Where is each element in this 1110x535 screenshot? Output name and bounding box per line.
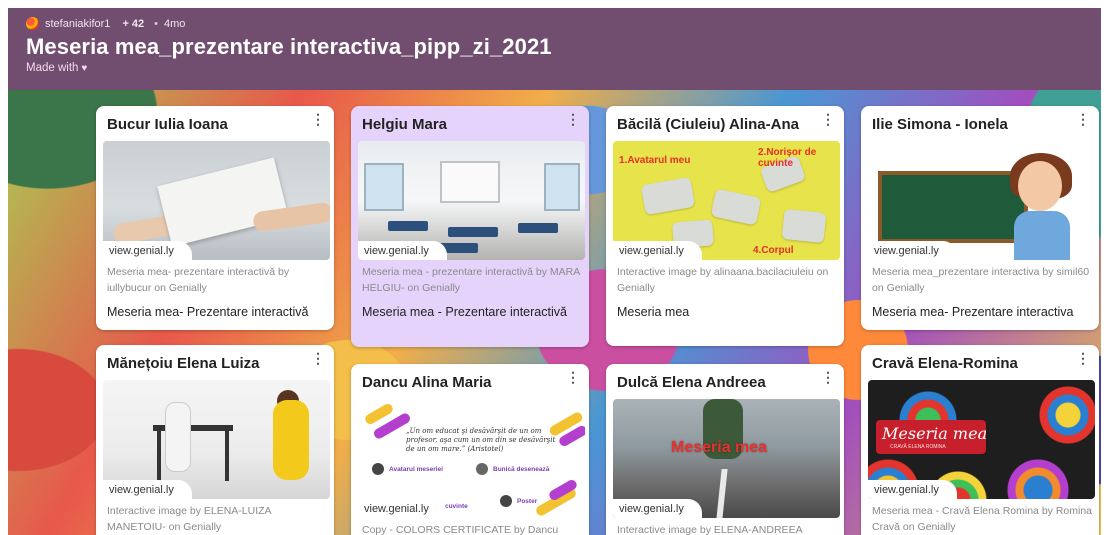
card-menu-icon[interactable]: ⋮ [1076, 351, 1090, 365]
thumb-item: Poster [500, 495, 537, 507]
thumb-word: Meseria mea [882, 424, 988, 443]
collection-header: stefaniakifor1 + 42 • 4mo Meseria mea_pr… [8, 8, 1101, 90]
card-source[interactable]: view.genial.ly [613, 499, 702, 518]
thumb-word: Meseria mea [671, 439, 768, 456]
board-card[interactable]: Bucur Iulia Ioana ⋮ view.genial.ly Meser… [96, 106, 334, 330]
card-title: Mănețoiu Elena Luiza [107, 355, 260, 372]
card-menu-icon[interactable]: ⋮ [311, 112, 325, 126]
card-title: Dulcă Elena Andreea [617, 374, 766, 391]
card-title: Bucur Iulia Ioana [107, 116, 228, 133]
card-title: Helgiu Mara [362, 116, 448, 133]
card-description: Meseria mea - Cravă Elena Romina by Romi… [872, 505, 1093, 533]
plus-count[interactable]: + 42 [122, 18, 144, 30]
card-text: Meseria mea- Prezentare interactiva [872, 305, 1074, 319]
thumb-item: Bunică desenează [476, 463, 549, 475]
card-thumbnail[interactable]: view.genial.ly [103, 141, 330, 260]
card-title: Cravă Elena-Romina [872, 355, 1018, 372]
card-menu-icon[interactable]: ⋮ [1076, 112, 1090, 126]
board-card[interactable]: Mănețoiu Elena Luiza ⋮ view.genial.ly In… [96, 345, 334, 535]
card-source[interactable]: view.genial.ly [103, 241, 192, 260]
card-menu-icon[interactable]: ⋮ [821, 370, 835, 384]
card-thumbnail[interactable]: view.genial.ly [358, 141, 585, 260]
card-thumbnail[interactable]: Meseria mea CRAVĂ ELENA ROMINA view.geni… [868, 380, 1095, 499]
card-menu-icon[interactable]: ⋮ [566, 370, 580, 384]
card-thumbnail[interactable]: „Un om educat şi desăvârşit de un om pro… [358, 399, 585, 518]
card-thumbnail[interactable]: Meseria mea view.genial.ly [613, 399, 840, 518]
thumb-label: 4.Corpul [753, 245, 794, 256]
made-with: Made with ♥ [26, 62, 88, 74]
card-title: Dancu Alina Maria [362, 374, 492, 391]
thumb-label: 1.Avatarul meu [619, 155, 691, 166]
card-source[interactable]: view.genial.ly [103, 480, 192, 499]
board-card[interactable]: Băcilă (Ciuleiu) Alina-Ana ⋮ 1.Avatarul … [606, 106, 844, 346]
thumb-sub: CRAVĂ ELENA ROMINA [890, 444, 946, 450]
card-menu-icon[interactable]: ⋮ [821, 112, 835, 126]
board-card[interactable]: Dancu Alina Maria ⋮ „Un om educat şi des… [351, 364, 589, 535]
card-text: Meseria mea [617, 305, 690, 319]
board-card[interactable]: Cravă Elena-Romina ⋮ Meseria mea CRAVĂ E… [861, 345, 1099, 535]
card-description: Meseria mea_prezentare interactiva by si… [872, 266, 1090, 294]
card-source[interactable]: view.genial.ly [358, 241, 447, 260]
card-thumbnail[interactable]: 1.Avatarul meu 2.Norișor de cuvinte 4.Co… [613, 141, 840, 260]
card-thumbnail[interactable]: view.genial.ly [103, 380, 330, 499]
card-source[interactable]: view.genial.ly [868, 480, 957, 499]
card-description: Interactive image by ELENA-LUIZA MANETOI… [107, 505, 271, 533]
thumb-quote: „Un om educat şi desăvârşit de un om pro… [406, 427, 556, 454]
thumb-item: Avatarul meseriei [372, 463, 443, 475]
card-text: Meseria mea- Prezentare interactivă [107, 305, 309, 319]
meta-separator: • [154, 17, 159, 30]
collection-age: 4mo [164, 17, 186, 30]
board-card-selected[interactable]: Helgiu Mara ⋮ view.genial.ly Meseria mea… [351, 106, 589, 347]
board-card[interactable]: Ilie Simona - Ionela ⋮ view.genial.ly Me… [861, 106, 1099, 330]
collection-title: Meseria mea_prezentare interactiva_pipp_… [26, 34, 552, 59]
card-description: Interactive image by alinaana.bacilaciul… [617, 266, 829, 294]
board-card[interactable]: Dulcă Elena Andreea ⋮ Meseria mea view.g… [606, 364, 844, 535]
card-menu-icon[interactable]: ⋮ [566, 112, 580, 126]
card-thumbnail[interactable]: view.genial.ly [868, 141, 1095, 260]
card-description: Meseria mea- prezentare interactivă by i… [107, 266, 290, 294]
card-source[interactable]: view.genial.ly [868, 241, 957, 260]
card-title: Băcilă (Ciuleiu) Alina-Ana [617, 116, 799, 133]
card-description: Interactive image by ELENA-ANDREEA [617, 524, 803, 535]
card-title: Ilie Simona - Ionela [872, 116, 1008, 133]
card-description: Meseria mea - prezentare interactivă by … [362, 266, 580, 294]
thumb-label: 2.Norișor de cuvinte [758, 147, 817, 169]
user-avatar-icon[interactable] [26, 17, 39, 30]
card-menu-icon[interactable]: ⋮ [311, 351, 325, 365]
heart-icon: ♥ [81, 63, 88, 74]
card-source[interactable]: view.genial.ly [613, 241, 702, 260]
card-text: Meseria mea - Prezentare interactivă [362, 305, 567, 319]
username[interactable]: stefaniakifor1 [45, 18, 110, 30]
card-source[interactable]: view.genial.ly [358, 499, 447, 518]
collection-meta: stefaniakifor1 + 42 • 4mo [26, 17, 185, 30]
card-description: Copy - COLORS CERTIFICATE by Dancu [362, 524, 559, 535]
